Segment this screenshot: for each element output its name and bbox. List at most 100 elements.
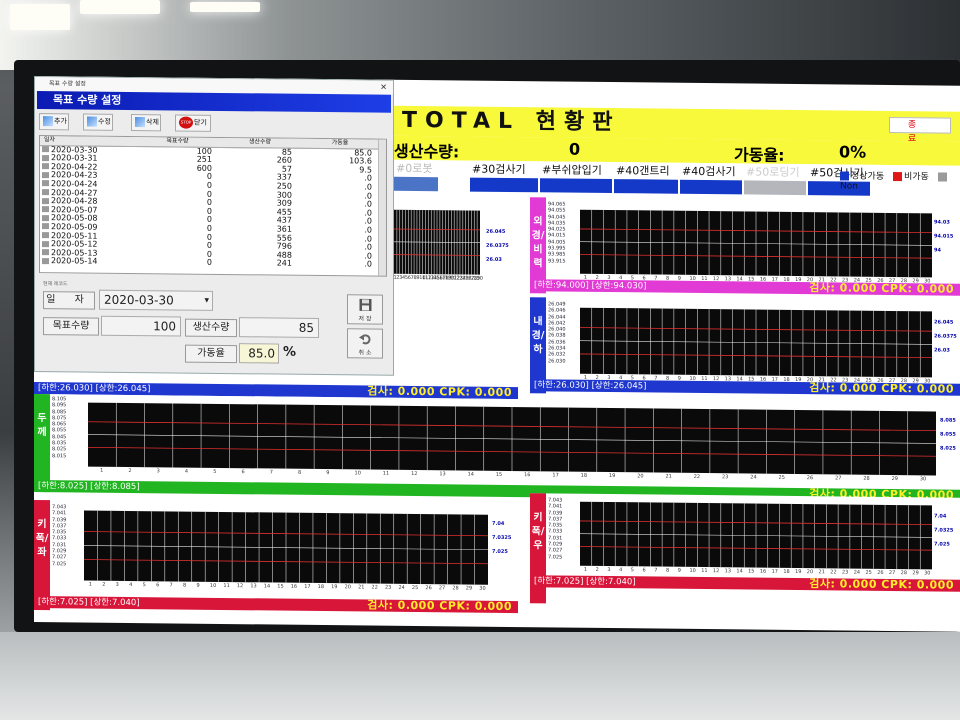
x-tick: 11	[701, 375, 708, 383]
cell-date: 2020-05-14	[40, 256, 135, 267]
plot-grid	[580, 501, 932, 570]
save-button[interactable]: 저 장	[347, 294, 383, 325]
y-tick-label: 7.033	[52, 535, 67, 542]
machine-bar	[614, 179, 678, 194]
row-icon	[42, 197, 49, 204]
x-tick: 24	[853, 277, 861, 284]
target-quantity-field[interactable]: 100	[101, 315, 181, 337]
produced-quantity-field[interactable]: 85	[239, 317, 319, 338]
machine-label: #40갠트리	[616, 164, 670, 178]
x-tick: 18	[317, 583, 325, 591]
produced-quantity-label: 생산수량	[185, 318, 237, 338]
x-tick: 24	[750, 474, 757, 481]
panel-footer: [하한:26.030] [상한:26.045] 검사: 0.000 CPK: 0…	[530, 379, 960, 396]
x-tick: 11	[701, 567, 708, 575]
machine-status: #0로봇	[394, 160, 438, 194]
grid-scrollbar[interactable]	[378, 139, 386, 276]
limit-label: 7.04	[492, 520, 505, 527]
x-tick: 29	[891, 475, 898, 483]
x-tick: 7	[169, 582, 173, 589]
x-tick: 20	[806, 569, 814, 576]
x-tick: 26	[806, 475, 814, 482]
exit-button[interactable]: 종 료	[889, 116, 951, 144]
add-icon	[43, 116, 53, 127]
x-tick: 27	[835, 475, 842, 482]
right-scale: 7.04 7.0325 7.025	[934, 509, 953, 551]
x-tick: 13	[250, 583, 257, 590]
machine-label: #30검사기	[472, 162, 526, 177]
chevron-down-icon[interactable]: ▾	[204, 292, 209, 310]
row-icon	[42, 171, 49, 179]
y-tick-label: 8.055	[52, 427, 67, 434]
x-tick: 19	[608, 473, 616, 480]
plot-grid	[580, 209, 932, 278]
utilization-rate-label: 가동율	[185, 344, 237, 364]
utilization-rate-field[interactable]: 85.0	[239, 343, 279, 364]
panel-footer: [하한:7.025] [상한:7.040] 검사: 0.000 CPK: 0.0…	[530, 575, 960, 592]
x-tick: 19	[795, 276, 802, 284]
x-tick: 5	[630, 275, 634, 282]
edit-button[interactable]: 수정	[83, 113, 113, 131]
plot-area	[394, 209, 480, 275]
row-icon	[42, 163, 49, 170]
x-tick: 27	[888, 377, 896, 385]
x-tick: 17	[552, 472, 559, 479]
y-tick-label: 7.033	[548, 528, 563, 536]
target-grid[interactable]: 일자 목표수량 생산수량 가동율 2020-03-30 100 85 85.0 2020…	[39, 135, 387, 277]
plot-area	[580, 501, 932, 570]
x-tick: 24	[398, 584, 405, 591]
row-icon	[42, 223, 49, 230]
row-icon	[42, 206, 49, 213]
x-tick: 8	[666, 567, 670, 574]
limit-label: 7.04	[934, 513, 947, 520]
machine-bar	[394, 176, 438, 192]
x-tick: 18	[580, 472, 588, 479]
legend-label: 비가동	[904, 172, 929, 183]
x-tick: 30	[919, 476, 927, 483]
add-button[interactable]: 추가	[39, 113, 69, 131]
limit-label: 26.03	[934, 347, 950, 354]
machine-status: #30검사기	[470, 161, 538, 196]
measurement-panel-key-width-right: 키폭/우 7.043 7.041 7.039 7.037 7.035 7.033 7.031…	[530, 493, 960, 608]
cpk-stat: 검사: 0.000 CPK: 0.000	[367, 598, 512, 614]
x-tick: 5	[630, 375, 634, 382]
spec-limits: [하한:26.030] [상한:26.045]	[534, 380, 647, 392]
cpk-stat: 검사: 0.000 CPK: 0.000	[809, 381, 954, 396]
x-tick: 26	[877, 377, 884, 384]
x-tick: 14	[736, 568, 743, 575]
ceiling-lamp	[80, 0, 160, 14]
x-tick: 16	[524, 472, 531, 479]
close-dialog-button[interactable]: STOP 닫기	[175, 114, 211, 132]
page-title: TOTAL 현황판	[402, 107, 621, 136]
right-scale: 94.03 94.015 94	[934, 215, 953, 257]
delete-button-label: 삭제	[146, 118, 159, 127]
x-tick: 22	[371, 584, 378, 591]
limit-label: 26.045	[934, 319, 954, 326]
x-tick: 24	[853, 569, 861, 576]
x-tick: 10	[689, 375, 696, 382]
row-icon	[42, 257, 49, 264]
cancel-button[interactable]: 취 소	[347, 328, 383, 359]
x-tick: 13	[724, 376, 732, 383]
x-tick: 13	[439, 471, 446, 478]
y-tick-label: 7.025	[548, 554, 563, 561]
x-tick: 10	[689, 567, 696, 574]
x-tick: 4	[619, 567, 623, 574]
spec-limits: [하한:7.025] [상한:7.040]	[534, 576, 636, 588]
x-tick: 12	[712, 276, 720, 283]
plot-grid	[580, 307, 932, 378]
delete-button[interactable]: 삭제	[131, 114, 161, 132]
x-tick: 29	[912, 278, 919, 285]
x-tick: 8	[183, 582, 187, 589]
x-tick: 22	[830, 569, 837, 576]
legend-swatch	[937, 172, 947, 182]
x-tick: 15	[495, 471, 503, 478]
dialog-close-icon[interactable]: ✕	[380, 81, 387, 95]
x-tick: 12	[712, 376, 720, 383]
plot-area	[88, 402, 936, 476]
machine-status: #40검사기	[680, 163, 742, 198]
y-tick-label: 94.055	[548, 207, 566, 214]
date-field[interactable]: 2020-03-30 ▾	[99, 289, 213, 311]
x-tick: 21	[818, 377, 825, 384]
x-tick: 30	[476, 275, 483, 282]
